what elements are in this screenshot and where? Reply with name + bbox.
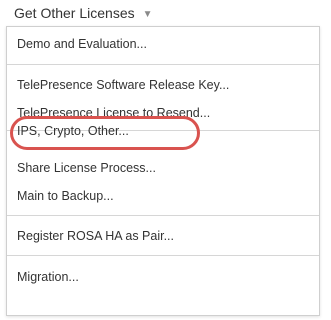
license-dropdown-screenshot: Get Other Licenses ▼ Demo and Evaluation… [0, 0, 331, 320]
dropdown-label: Get Other Licenses [14, 5, 135, 21]
menu-divider [7, 215, 319, 216]
menu-item-telepresence-license-to-resend[interactable]: TelePresence License to Resend... [17, 105, 210, 121]
menu-item-telepresence-software-release-key[interactable]: TelePresence Software Release Key... [17, 77, 229, 93]
menu-item-main-to-backup[interactable]: Main to Backup... [17, 188, 114, 204]
menu-item-ips-crypto-other[interactable]: IPS, Crypto, Other... [17, 123, 129, 139]
menu-item-migration[interactable]: Migration... [17, 269, 79, 285]
get-other-licenses-dropdown[interactable]: Get Other Licenses ▼ [14, 0, 153, 26]
licenses-menu: Demo and Evaluation... TelePresence Soft… [6, 26, 320, 316]
caret-down-icon: ▼ [142, 8, 153, 20]
menu-divider [7, 64, 319, 65]
menu-item-share-license-process[interactable]: Share License Process... [17, 160, 156, 176]
menu-item-register-rosa-ha-as-pair[interactable]: Register ROSA HA as Pair... [17, 228, 174, 244]
menu-divider [7, 255, 319, 256]
menu-item-demo-and-evaluation[interactable]: Demo and Evaluation... [17, 36, 147, 52]
